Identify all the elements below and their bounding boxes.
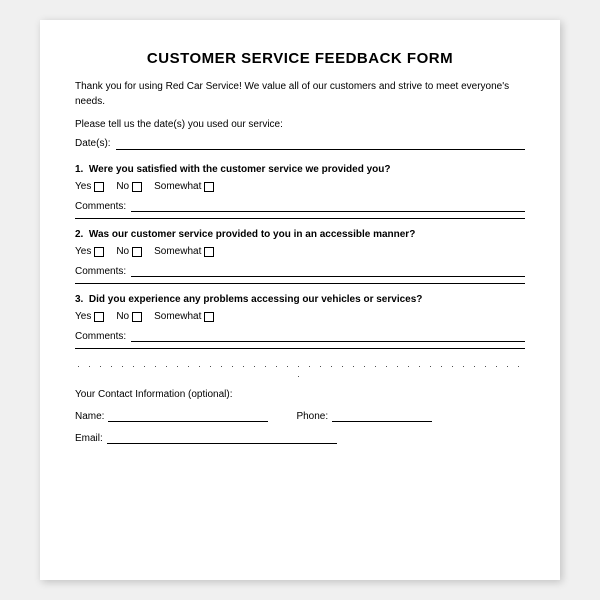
- form-title: CUSTOMER SERVICE FEEDBACK FORM: [75, 50, 525, 67]
- q1-somewhat-checkbox[interactable]: [204, 182, 214, 192]
- contact-title: Your Contact Information (optional):: [75, 389, 525, 400]
- date-input-line[interactable]: [116, 136, 525, 150]
- q1-comments-line[interactable]: [131, 198, 525, 212]
- name-field: Name:: [75, 408, 268, 422]
- name-label: Name:: [75, 411, 104, 422]
- q2-divider: [75, 283, 525, 284]
- contact-section: Your Contact Information (optional): Nam…: [75, 389, 525, 444]
- phone-field: Phone:: [296, 408, 432, 422]
- date-row: Date(s):: [75, 136, 525, 150]
- q2-comments-row: Comments:: [75, 263, 525, 277]
- q3-yes-option[interactable]: Yes: [75, 311, 104, 322]
- q3-comments-label: Comments:: [75, 331, 126, 342]
- dotted-divider: . . . . . . . . . . . . . . . . . . . . …: [75, 359, 525, 379]
- q3-somewhat-checkbox[interactable]: [204, 312, 214, 322]
- question-3-options: Yes No Somewhat: [75, 311, 525, 322]
- question-3-block: 3. Did you experience any problems acces…: [75, 294, 525, 349]
- q2-somewhat-checkbox[interactable]: [204, 247, 214, 257]
- prompt-text: Please tell us the date(s) you used our …: [75, 119, 525, 130]
- q3-somewhat-label: Somewhat: [154, 311, 201, 322]
- q1-yes-checkbox[interactable]: [94, 182, 104, 192]
- question-2-block: 2. Was our customer service provided to …: [75, 229, 525, 284]
- q1-no-label: No: [116, 181, 129, 192]
- q3-divider: [75, 348, 525, 349]
- q1-no-checkbox[interactable]: [132, 182, 142, 192]
- phone-label: Phone:: [296, 411, 328, 422]
- email-row: Email:: [75, 430, 525, 444]
- question-1-text: 1. Were you satisfied with the customer …: [75, 164, 525, 175]
- q3-comments-line[interactable]: [131, 328, 525, 342]
- q2-yes-checkbox[interactable]: [94, 247, 104, 257]
- email-label: Email:: [75, 433, 103, 444]
- date-label: Date(s):: [75, 138, 111, 149]
- q1-no-option[interactable]: No: [116, 181, 142, 192]
- q2-comments-label: Comments:: [75, 266, 126, 277]
- q3-no-label: No: [116, 311, 129, 322]
- q1-somewhat-label: Somewhat: [154, 181, 201, 192]
- intro-text: Thank you for using Red Car Service! We …: [75, 79, 525, 109]
- q1-somewhat-option[interactable]: Somewhat: [154, 181, 214, 192]
- q2-no-option[interactable]: No: [116, 246, 142, 257]
- question-3-text: 3. Did you experience any problems acces…: [75, 294, 525, 305]
- name-input-line[interactable]: [108, 408, 268, 422]
- q3-comments-row: Comments:: [75, 328, 525, 342]
- q2-comments-line[interactable]: [131, 263, 525, 277]
- q2-no-checkbox[interactable]: [132, 247, 142, 257]
- q3-no-checkbox[interactable]: [132, 312, 142, 322]
- q1-divider: [75, 218, 525, 219]
- q3-yes-checkbox[interactable]: [94, 312, 104, 322]
- q2-yes-label: Yes: [75, 246, 91, 257]
- q2-yes-option[interactable]: Yes: [75, 246, 104, 257]
- q1-comments-row: Comments:: [75, 198, 525, 212]
- question-1-block: 1. Were you satisfied with the customer …: [75, 164, 525, 219]
- name-phone-row: Name: Phone:: [75, 408, 525, 422]
- question-1-options: Yes No Somewhat: [75, 181, 525, 192]
- feedback-form: CUSTOMER SERVICE FEEDBACK FORM Thank you…: [40, 20, 560, 580]
- email-input-line[interactable]: [107, 430, 337, 444]
- q1-yes-label: Yes: [75, 181, 91, 192]
- q1-comments-label: Comments:: [75, 201, 126, 212]
- q3-yes-label: Yes: [75, 311, 91, 322]
- q1-yes-option[interactable]: Yes: [75, 181, 104, 192]
- q3-no-option[interactable]: No: [116, 311, 142, 322]
- question-2-text: 2. Was our customer service provided to …: [75, 229, 525, 240]
- question-2-options: Yes No Somewhat: [75, 246, 525, 257]
- q3-somewhat-option[interactable]: Somewhat: [154, 311, 214, 322]
- q2-no-label: No: [116, 246, 129, 257]
- q2-somewhat-option[interactable]: Somewhat: [154, 246, 214, 257]
- q2-somewhat-label: Somewhat: [154, 246, 201, 257]
- phone-input-line[interactable]: [332, 408, 432, 422]
